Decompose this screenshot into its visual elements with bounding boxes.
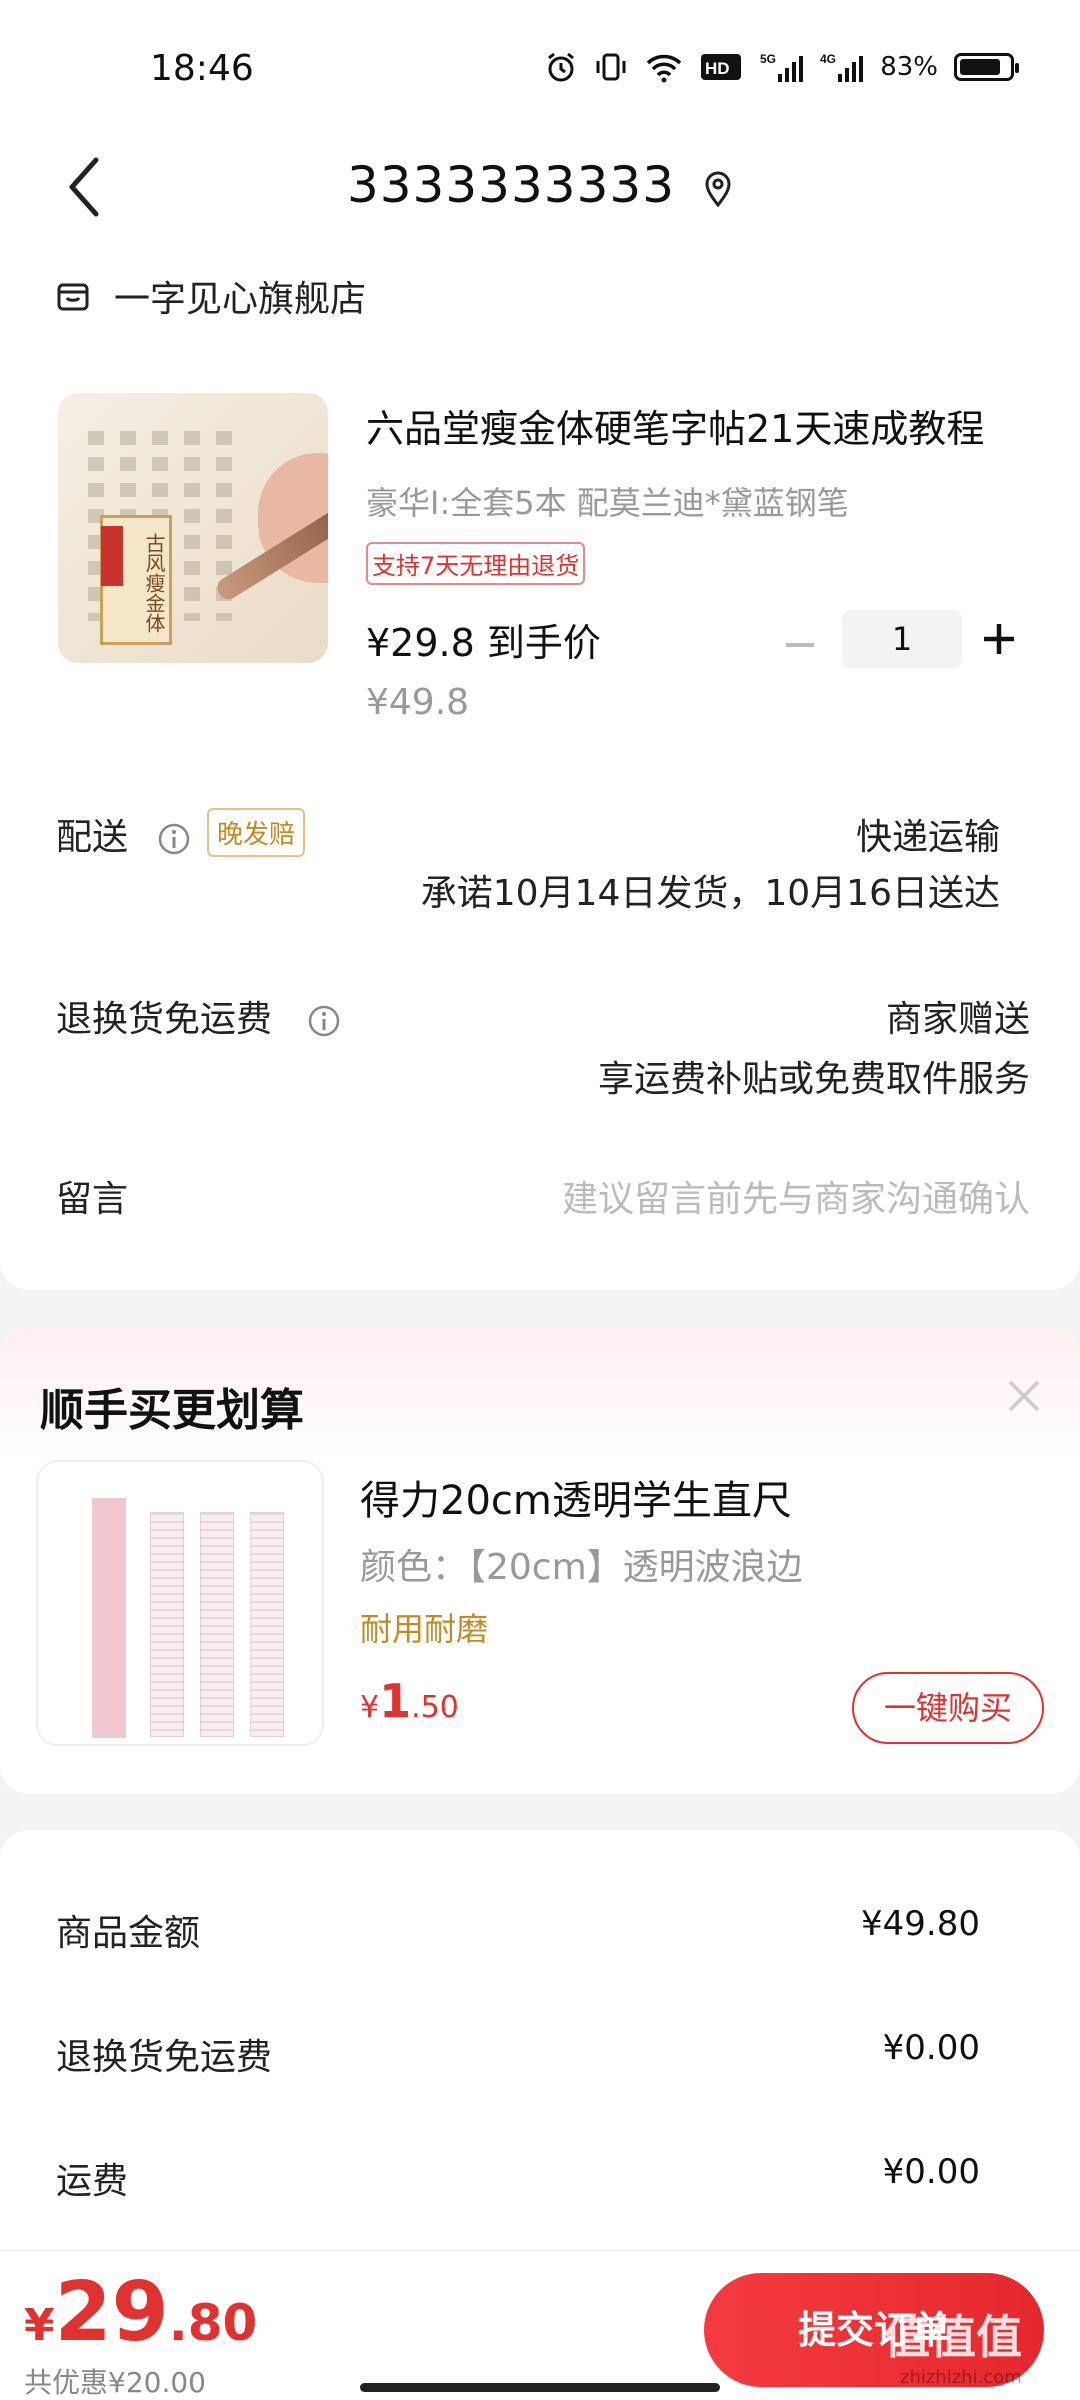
product-original-price: ¥49.8 <box>366 682 470 723</box>
battery-level <box>960 59 1000 75</box>
watermark-url: zhizhizhi.com <box>900 2367 1022 2388</box>
page-title[interactable]: 3333333333 <box>0 156 1080 214</box>
amount-value: ¥0.00 <box>882 2028 980 2068</box>
signal-4g-icon: 4G <box>820 52 864 82</box>
watermark: 值值值 <box>884 2310 1022 2364</box>
ruler <box>150 1512 184 1737</box>
upsell-card: 顺手买更划算 得力20cm透明学生直尺 颜色：【20cm】透明波浪边 耐用耐磨 … <box>0 1328 1080 1794</box>
return-shipping-label: 退换货免运费 <box>56 999 273 1040</box>
wifi-icon <box>646 54 682 83</box>
store-header[interactable]: 一字见心旗舰店 <box>56 270 366 322</box>
hd-icon: HD <box>701 54 742 80</box>
upsell-product-spec: 颜色：【20cm】透明波浪边 <box>360 1547 803 1588</box>
return-policy-badge: 支持7天无理由退货 <box>366 542 586 585</box>
page-title-text: 3333333333 <box>346 156 676 214</box>
delivery-row[interactable]: 配送 <box>56 808 191 860</box>
quantity-decrease-button[interactable] <box>780 625 820 665</box>
image-book-label: 古风瘦金体 <box>100 515 172 645</box>
amount-value: ¥49.80 <box>861 1904 980 1944</box>
total-discount[interactable]: 共优惠¥20.00 <box>24 2361 206 2400</box>
checkout-bar: ¥29.80 共优惠¥20.00 提交订单 值值值 zhizhizhi.com <box>0 2250 1080 2400</box>
return-shipping-row[interactable]: 退换货免运费 <box>56 990 341 1042</box>
upsell-product-feature: 耐用耐磨 <box>360 1610 489 1648</box>
amount-summary-card: 商品金额 ¥49.80 退换货免运费 ¥0.00 运费 ¥0.00 <box>0 1830 1080 2250</box>
product-final-price: ¥29.8 到手价 <box>366 621 601 665</box>
one-click-buy-button[interactable]: 一键购买 <box>852 1672 1044 1744</box>
svg-text:HD: HD <box>705 59 730 78</box>
amount-label: 商品金额 <box>56 1913 201 1954</box>
order-total: ¥29.80 <box>24 2265 258 2360</box>
return-shipping-value: 商家赠送 <box>885 999 1030 1040</box>
shop-icon <box>57 283 89 311</box>
close-icon[interactable] <box>1004 1376 1044 1416</box>
location-pin-icon <box>705 171 731 207</box>
svg-text:4G: 4G <box>820 52 836 66</box>
message-input[interactable]: 建议留言前先与商家沟通确认 <box>562 1170 1030 1222</box>
product-title[interactable]: 六品堂瘦金体硬笔字帖21天速成教程 <box>366 398 1006 453</box>
upsell-product-name[interactable]: 得力20cm透明学生直尺 <box>360 1468 792 1526</box>
late-compensation-badge: 晚发赔 <box>207 808 306 857</box>
battery-icon <box>954 53 1019 81</box>
delivery-label: 配送 <box>56 817 129 858</box>
store-name: 一字见心旗舰店 <box>114 279 367 320</box>
quantity-input[interactable]: 1 <box>842 610 962 668</box>
ruler <box>200 1512 234 1737</box>
message-label: 留言 <box>56 1179 129 1220</box>
alarm-icon <box>548 52 575 82</box>
amount-label: 退换货免运费 <box>56 2037 273 2078</box>
ruler <box>250 1512 284 1737</box>
svg-text:5G: 5G <box>760 52 776 66</box>
info-icon[interactable] <box>157 822 191 856</box>
amount-label: 运费 <box>56 2161 129 2202</box>
delivery-method: 快递运输 <box>855 817 1000 858</box>
nav-header: 3333333333 <box>0 130 1080 250</box>
signal-5g-icon: 5G <box>760 52 804 82</box>
status-icons: HD 5G 4G 83% <box>544 50 1019 84</box>
product-sku[interactable]: 豪华I:全套5本 配莫兰迪*黛蓝钢笔 <box>366 478 849 524</box>
amount-value: ¥0.00 <box>882 2152 980 2192</box>
order-product-card: 一字见心旗舰店 古风瘦金体 六品堂瘦金体硬笔字帖21天速成教程 豪华I:全套5本… <box>0 250 1080 1290</box>
status-time: 18:46 <box>150 48 254 89</box>
status-bar: 18:46 HD 5G 4G 83% <box>0 0 1080 130</box>
vibrate-icon <box>596 53 626 81</box>
home-indicator[interactable] <box>360 2383 720 2392</box>
upsell-title: 顺手买更划算 <box>40 1385 304 1436</box>
product-image[interactable]: 古风瘦金体 <box>58 393 328 663</box>
upsell-product-image[interactable] <box>36 1460 324 1746</box>
info-icon[interactable] <box>307 1004 341 1038</box>
battery-percent: 83% <box>880 52 938 82</box>
quantity-increase-button[interactable] <box>978 618 1020 660</box>
delivery-promise: 承诺10月14日发货，10月16日送达 <box>420 873 1000 914</box>
ruler-pack <box>92 1498 126 1738</box>
upsell-price: ¥1.50 <box>360 1674 459 1728</box>
image-text-column <box>184 431 200 621</box>
return-shipping-detail: 享运费补贴或免费取件服务 <box>597 1059 1030 1100</box>
